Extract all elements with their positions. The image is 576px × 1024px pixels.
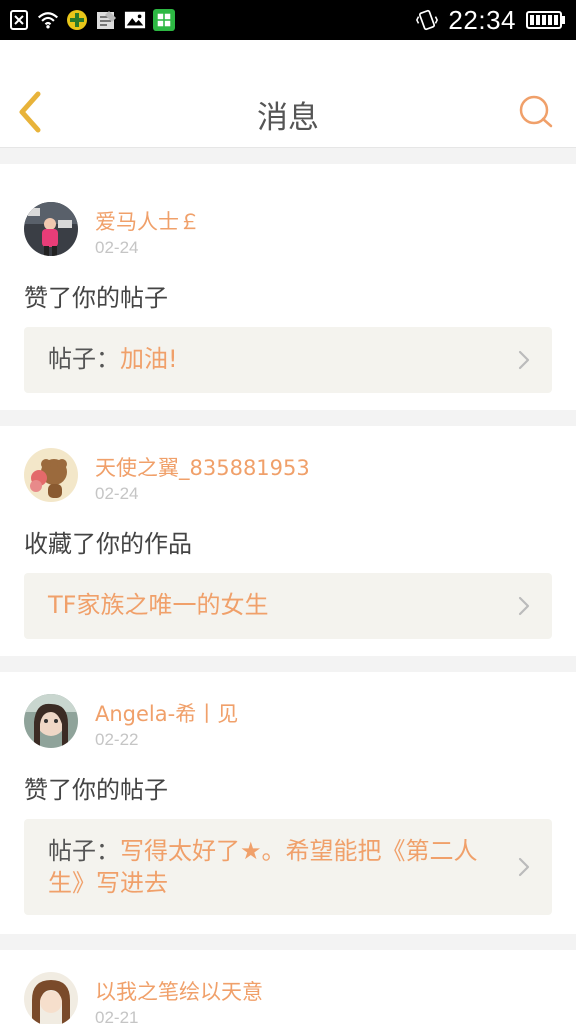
ref-text: TF家族之唯一的女生 [48, 591, 269, 619]
username[interactable]: Angela-希丨见 [95, 698, 238, 728]
app-badge-icon [66, 9, 88, 31]
chevron-right-icon [518, 857, 530, 877]
message-card: 天使之翼_835881953 02-24 收藏了你的作品 TF家族之唯一的女生 [0, 426, 576, 656]
avatar[interactable] [24, 694, 78, 748]
search-button[interactable] [518, 94, 554, 130]
chevron-right-icon [518, 596, 530, 616]
referenced-work[interactable]: TF家族之唯一的女生 [24, 573, 552, 639]
action-text: 赞了你的帖子 [24, 284, 168, 312]
sim-card-icon [8, 9, 30, 31]
message-list: 爱马人士￡ 02-24 赞了你的帖子 帖子：加油! 天使之翼_835881953… [0, 164, 576, 1024]
message-date: 02-24 [95, 238, 139, 257]
ref-prefix: 帖子： [48, 837, 120, 865]
status-time: 22:34 [448, 4, 516, 35]
search-icon [519, 95, 553, 128]
ref-prefix: 帖子： [48, 345, 120, 373]
message-card: 爱马人士￡ 02-24 赞了你的帖子 帖子：加油! [0, 164, 576, 410]
vibrate-icon [416, 9, 439, 31]
username[interactable]: 以我之笔绘以天意 [95, 976, 263, 1006]
image-icon [124, 9, 146, 31]
avatar[interactable] [24, 448, 78, 502]
username[interactable]: 爱马人士￡ [95, 206, 200, 236]
action-text: 收藏了你的作品 [24, 530, 192, 558]
avatar[interactable] [24, 972, 78, 1024]
ref-text: 加油! [120, 345, 178, 373]
status-bar-right: 22:34 [416, 4, 566, 36]
message-card: Angela-希丨见 02-22 赞了你的帖子 帖子：写得太好了★。希望能把《第… [0, 672, 576, 934]
action-text: 赞了你的帖子 [24, 776, 168, 804]
chevron-right-icon [518, 350, 530, 370]
header-bar: 消息 [0, 40, 576, 148]
message-date: 02-22 [95, 730, 139, 749]
wifi-icon [37, 9, 59, 31]
username[interactable]: 天使之翼_835881953 [95, 452, 310, 482]
grid-app-icon [153, 9, 175, 31]
avatar[interactable] [24, 202, 78, 256]
message-card: 以我之笔绘以天意 02-21 [0, 950, 576, 1024]
referenced-post[interactable]: 帖子：加油! [24, 327, 552, 393]
page-title: 消息 [257, 100, 319, 136]
message-date: 02-24 [95, 484, 139, 503]
message-date: 02-21 [95, 1008, 139, 1024]
notes-icon [95, 9, 117, 31]
status-bar-left-icons [8, 6, 175, 34]
battery-icon [526, 9, 566, 31]
referenced-post[interactable]: 帖子：写得太好了★。希望能把《第二人生》写进去 [24, 819, 552, 915]
status-bar: 22:34 [0, 0, 576, 40]
